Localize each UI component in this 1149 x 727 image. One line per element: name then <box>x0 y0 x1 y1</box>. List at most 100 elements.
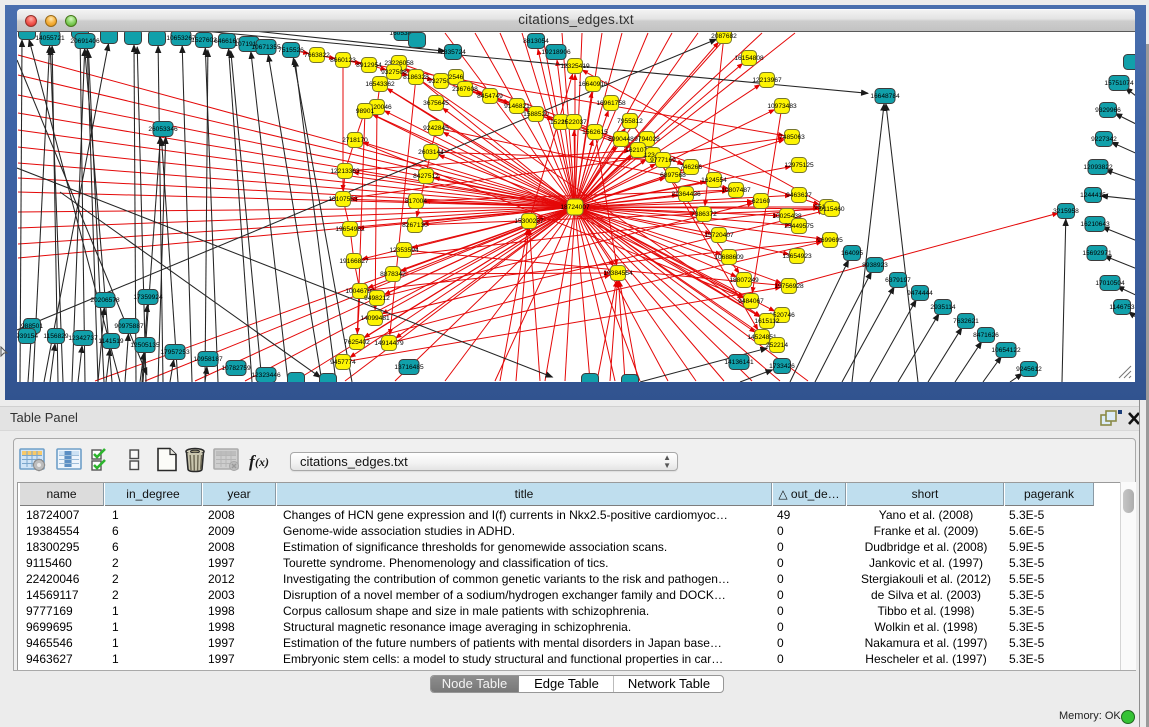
svg-text:8990448: 8990448 <box>608 136 634 143</box>
svg-text:2546: 2546 <box>449 74 464 81</box>
svg-text:12353594: 12353594 <box>389 247 419 254</box>
svg-text:8471626: 8471626 <box>973 332 999 339</box>
svg-text:9242845: 9242845 <box>423 125 449 132</box>
svg-text:1588520: 1588520 <box>523 111 549 118</box>
svg-text:1146753: 1146753 <box>1109 304 1135 311</box>
svg-text:98901: 98901 <box>356 108 375 115</box>
svg-text:14055721: 14055721 <box>35 35 65 42</box>
svg-text:9245612: 9245612 <box>1016 366 1042 373</box>
svg-text:1733426: 1733426 <box>769 363 795 370</box>
svg-text:9498212: 9498212 <box>364 295 390 302</box>
svg-text:90975887: 90975887 <box>114 323 144 330</box>
svg-text:16154808: 16154808 <box>734 55 764 62</box>
svg-text:8660123: 8660123 <box>330 57 356 64</box>
svg-text:23449575: 23449575 <box>784 223 814 230</box>
svg-text:10807487: 10807487 <box>721 187 751 194</box>
svg-text:7625402: 7625402 <box>344 339 370 346</box>
svg-text:12213967: 12213967 <box>752 77 782 84</box>
svg-text:2367608: 2367608 <box>452 86 478 93</box>
svg-text:18807249: 18807249 <box>729 277 759 284</box>
svg-text:939154: 939154 <box>17 333 38 340</box>
svg-text:7632621: 7632621 <box>953 318 979 325</box>
svg-text:2603144: 2603144 <box>418 149 444 156</box>
svg-text:8427512: 8427512 <box>413 173 439 180</box>
svg-text:746266: 746266 <box>680 164 702 171</box>
svg-text:12975125: 12975125 <box>784 162 814 169</box>
svg-text:8186328: 8186328 <box>403 74 429 81</box>
svg-text:16210643: 16210643 <box>1080 221 1110 228</box>
svg-text:9463627: 9463627 <box>786 192 812 199</box>
svg-text:10973483: 10973483 <box>767 103 797 110</box>
svg-text:15692971: 15692971 <box>1082 250 1112 257</box>
svg-text:7955812: 7955812 <box>617 118 643 125</box>
svg-text:9146821: 9146821 <box>504 103 530 110</box>
svg-text:9115460: 9115460 <box>819 206 845 213</box>
svg-text:1522037: 1522037 <box>561 119 587 126</box>
svg-text:19654982: 19654982 <box>335 226 365 233</box>
svg-text:12325419: 12325419 <box>560 63 590 70</box>
svg-text:3215958: 3215958 <box>1053 208 1079 215</box>
svg-text:1244415: 1244415 <box>1080 192 1106 199</box>
svg-text:7663822: 7663822 <box>304 52 330 59</box>
svg-text:16543362: 16543362 <box>365 81 395 88</box>
svg-text:2718170: 2718170 <box>342 137 368 144</box>
svg-text:8454749: 8454749 <box>477 93 503 100</box>
svg-text:20206578: 20206578 <box>90 297 120 304</box>
svg-text:18724007: 18724007 <box>560 204 590 211</box>
svg-text:20691406: 20691406 <box>70 38 100 45</box>
svg-text:9227342: 9227342 <box>1091 136 1117 143</box>
svg-text:2087682: 2087682 <box>711 33 737 40</box>
svg-text:16961758: 16961758 <box>596 100 626 107</box>
svg-text:8912954: 8912954 <box>356 62 382 69</box>
svg-text:10107553: 10107553 <box>328 196 358 203</box>
svg-text:13654923: 13654923 <box>782 253 812 260</box>
svg-text:252214: 252214 <box>766 342 788 349</box>
svg-text:8878342: 8878342 <box>380 271 406 278</box>
svg-text:19218906: 19218906 <box>541 49 571 56</box>
svg-text:1156829: 1156829 <box>43 333 69 340</box>
svg-text:19384554: 19384554 <box>603 270 633 277</box>
svg-text:7386372: 7386372 <box>691 211 717 218</box>
svg-text:12213363: 12213363 <box>330 168 360 175</box>
svg-text:2935114: 2935114 <box>930 304 956 311</box>
svg-text:12505135: 12505135 <box>130 342 160 349</box>
svg-text:9484067: 9484067 <box>738 298 764 305</box>
svg-text:10671355: 10671355 <box>251 44 281 51</box>
svg-text:10782759: 10782759 <box>221 365 251 372</box>
svg-text:14136141: 14136141 <box>724 359 754 366</box>
svg-text:16640910: 16640910 <box>578 81 608 88</box>
svg-text:62160: 62160 <box>752 198 771 205</box>
svg-text:14099481: 14099481 <box>360 315 390 322</box>
svg-text:1624554: 1624554 <box>701 177 727 184</box>
svg-text:13716485: 13716485 <box>394 364 424 371</box>
svg-text:8267130: 8267130 <box>402 222 428 229</box>
svg-text:17010504: 17010504 <box>1095 280 1125 287</box>
svg-text:16648784: 16648784 <box>870 93 900 100</box>
svg-text:9699695: 9699695 <box>817 237 843 244</box>
svg-text:7485063: 7485063 <box>779 134 805 141</box>
svg-text:9457774: 9457774 <box>330 359 356 366</box>
svg-text:21364436: 21364436 <box>671 191 701 198</box>
svg-text:8938923: 8938923 <box>862 262 888 269</box>
svg-text:817004: 817004 <box>405 198 427 205</box>
svg-text:7515526: 7515526 <box>278 47 304 54</box>
svg-text:164095: 164095 <box>841 250 863 257</box>
svg-text:12093822: 12093822 <box>1083 164 1113 171</box>
svg-text:15300237: 15300237 <box>514 218 544 225</box>
svg-text:(x): (x) <box>255 455 269 469</box>
svg-text:19756928: 19756928 <box>774 283 804 290</box>
svg-text:3675645: 3675645 <box>423 100 449 107</box>
svg-text:6379197: 6379197 <box>885 277 911 284</box>
svg-text:1562615: 1562615 <box>582 129 608 136</box>
svg-text:1141519: 1141519 <box>98 338 124 345</box>
svg-text:14914479: 14914479 <box>374 340 404 347</box>
svg-text:19166827: 19166827 <box>339 258 369 265</box>
svg-text:10958187: 10958187 <box>193 356 223 363</box>
svg-text:17957253: 17957253 <box>160 349 190 356</box>
svg-text:1615112: 1615112 <box>754 318 780 325</box>
svg-text:15751074: 15751074 <box>1104 80 1134 87</box>
svg-text:9777169: 9777169 <box>650 157 676 164</box>
svg-text:9329966: 9329966 <box>1095 107 1121 114</box>
svg-text:12342737: 12342737 <box>68 335 98 342</box>
svg-text:6897568: 6897568 <box>660 172 686 179</box>
